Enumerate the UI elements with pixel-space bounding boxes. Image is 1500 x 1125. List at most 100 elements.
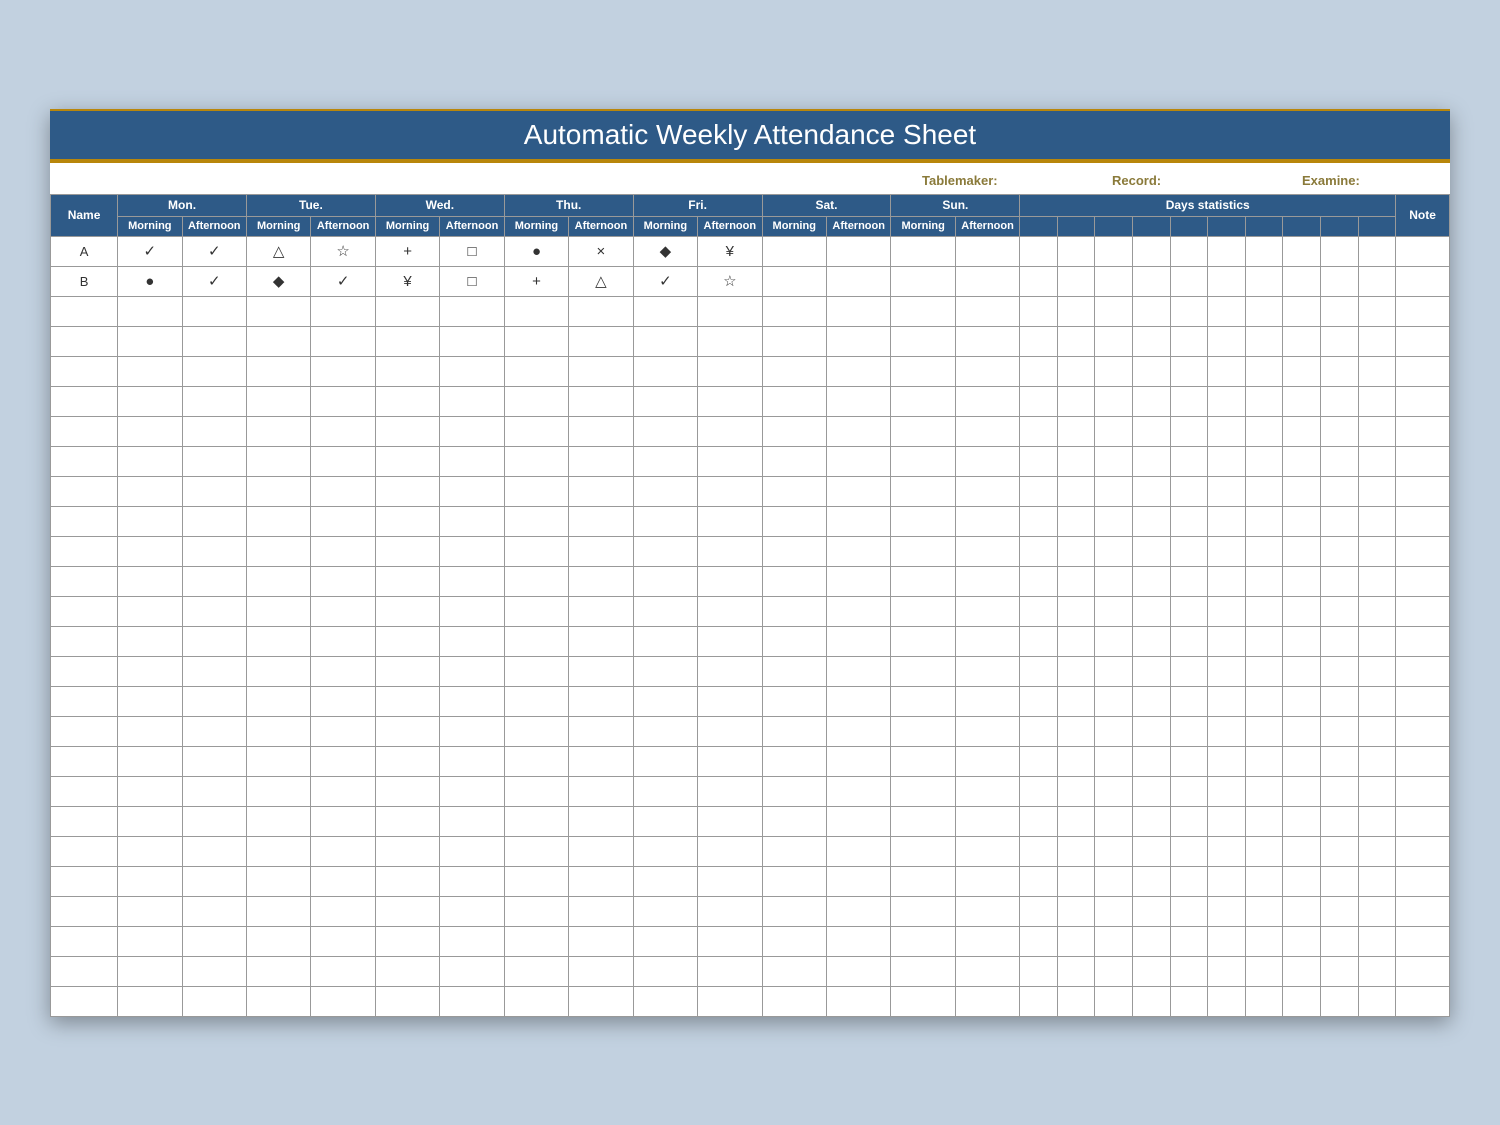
attendance-cell[interactable]: [246, 986, 310, 1016]
stat-cell[interactable]: [1170, 356, 1208, 386]
attendance-cell[interactable]: [633, 626, 697, 656]
stat-cell[interactable]: [1245, 776, 1283, 806]
stat-cell[interactable]: [1283, 446, 1321, 476]
attendance-cell[interactable]: [182, 566, 246, 596]
attendance-cell[interactable]: ●: [504, 236, 568, 266]
attendance-cell[interactable]: [891, 806, 955, 836]
stat-cell[interactable]: [1133, 656, 1171, 686]
attendance-cell[interactable]: [311, 866, 375, 896]
stat-cell[interactable]: [1020, 476, 1058, 506]
attendance-cell[interactable]: [569, 806, 633, 836]
attendance-cell[interactable]: [311, 686, 375, 716]
attendance-cell[interactable]: [504, 836, 568, 866]
stat-cell[interactable]: [1133, 956, 1171, 986]
stat-cell[interactable]: [1095, 506, 1133, 536]
stat-cell[interactable]: [1320, 656, 1358, 686]
attendance-cell[interactable]: [826, 836, 890, 866]
stat-cell[interactable]: [1358, 236, 1396, 266]
attendance-cell[interactable]: [118, 776, 182, 806]
stat-cell[interactable]: [1095, 956, 1133, 986]
attendance-cell[interactable]: [698, 416, 762, 446]
stat-cell[interactable]: [1057, 656, 1095, 686]
stat-cell[interactable]: [1095, 356, 1133, 386]
name-cell[interactable]: [51, 296, 118, 326]
stat-cell[interactable]: [1170, 806, 1208, 836]
stat-cell[interactable]: [1095, 626, 1133, 656]
stat-cell[interactable]: [1170, 536, 1208, 566]
attendance-cell[interactable]: [504, 746, 568, 776]
stat-cell[interactable]: [1133, 446, 1171, 476]
stat-cell[interactable]: [1020, 926, 1058, 956]
stat-cell[interactable]: [1208, 746, 1246, 776]
attendance-cell[interactable]: [569, 596, 633, 626]
stat-cell[interactable]: [1208, 956, 1246, 986]
stat-cell[interactable]: [1133, 326, 1171, 356]
stat-cell[interactable]: [1095, 296, 1133, 326]
attendance-cell[interactable]: [118, 836, 182, 866]
stat-cell[interactable]: [1320, 536, 1358, 566]
stat-cell[interactable]: [1358, 986, 1396, 1016]
stat-cell[interactable]: [1095, 266, 1133, 296]
attendance-cell[interactable]: [246, 476, 310, 506]
attendance-cell[interactable]: [955, 896, 1019, 926]
attendance-cell[interactable]: [375, 596, 439, 626]
attendance-cell[interactable]: [504, 416, 568, 446]
attendance-cell[interactable]: [182, 716, 246, 746]
attendance-cell[interactable]: ☆: [311, 236, 375, 266]
attendance-cell[interactable]: [698, 626, 762, 656]
stat-cell[interactable]: [1358, 356, 1396, 386]
stat-cell[interactable]: [1095, 326, 1133, 356]
attendance-cell[interactable]: [955, 416, 1019, 446]
attendance-cell[interactable]: [633, 986, 697, 1016]
attendance-cell[interactable]: [311, 956, 375, 986]
attendance-cell[interactable]: ☆: [698, 266, 762, 296]
attendance-cell[interactable]: [633, 356, 697, 386]
attendance-cell[interactable]: [311, 776, 375, 806]
stat-cell[interactable]: [1020, 566, 1058, 596]
stat-cell[interactable]: [1283, 986, 1321, 1016]
attendance-cell[interactable]: ✓: [633, 266, 697, 296]
attendance-cell[interactable]: ×: [569, 236, 633, 266]
attendance-cell[interactable]: [569, 926, 633, 956]
attendance-cell[interactable]: [246, 506, 310, 536]
attendance-cell[interactable]: [118, 476, 182, 506]
attendance-cell[interactable]: [569, 476, 633, 506]
attendance-cell[interactable]: [504, 806, 568, 836]
attendance-cell[interactable]: [118, 596, 182, 626]
attendance-cell[interactable]: [891, 836, 955, 866]
stat-cell[interactable]: [1283, 836, 1321, 866]
stat-cell[interactable]: [1170, 566, 1208, 596]
attendance-cell[interactable]: [504, 446, 568, 476]
attendance-cell[interactable]: [955, 686, 1019, 716]
attendance-cell[interactable]: [375, 446, 439, 476]
attendance-cell[interactable]: [955, 806, 1019, 836]
note-cell[interactable]: [1396, 866, 1450, 896]
stat-cell[interactable]: [1320, 806, 1358, 836]
stat-cell[interactable]: [1020, 656, 1058, 686]
name-cell[interactable]: [51, 776, 118, 806]
stat-cell[interactable]: [1320, 716, 1358, 746]
stat-cell[interactable]: [1095, 476, 1133, 506]
attendance-cell[interactable]: [440, 866, 504, 896]
attendance-cell[interactable]: [826, 896, 890, 926]
attendance-cell[interactable]: [762, 746, 826, 776]
attendance-cell[interactable]: [246, 356, 310, 386]
attendance-cell[interactable]: [633, 656, 697, 686]
attendance-cell[interactable]: [375, 536, 439, 566]
stat-cell[interactable]: [1057, 686, 1095, 716]
attendance-cell[interactable]: [955, 476, 1019, 506]
attendance-cell[interactable]: ✓: [182, 266, 246, 296]
stat-cell[interactable]: [1170, 656, 1208, 686]
attendance-cell[interactable]: [762, 446, 826, 476]
stat-cell[interactable]: [1245, 956, 1283, 986]
attendance-cell[interactable]: [569, 836, 633, 866]
attendance-cell[interactable]: [762, 656, 826, 686]
attendance-cell[interactable]: [698, 686, 762, 716]
attendance-cell[interactable]: [891, 356, 955, 386]
note-cell[interactable]: [1396, 506, 1450, 536]
stat-cell[interactable]: [1283, 506, 1321, 536]
attendance-cell[interactable]: [698, 536, 762, 566]
attendance-cell[interactable]: [311, 746, 375, 776]
attendance-cell[interactable]: [826, 326, 890, 356]
attendance-cell[interactable]: [826, 716, 890, 746]
